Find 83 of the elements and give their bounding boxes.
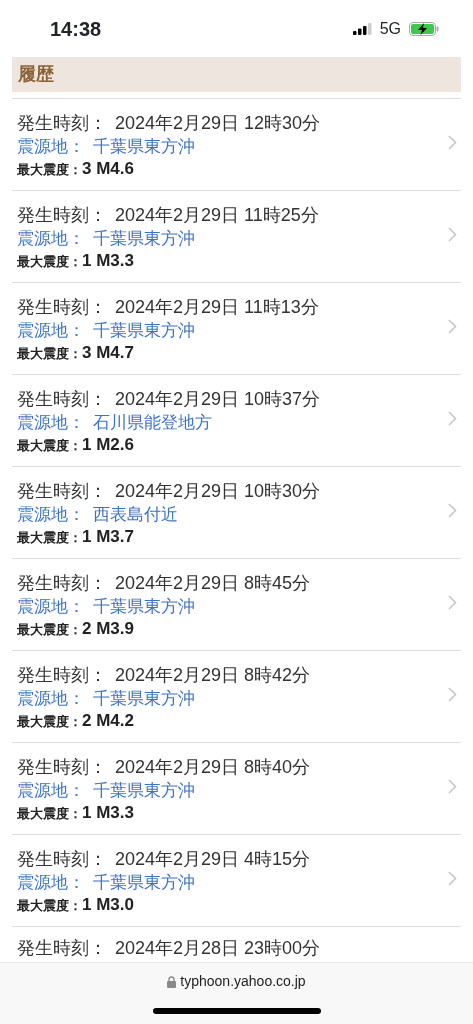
- chevron-icon: [448, 871, 457, 886]
- origin-label: 震源地：: [17, 505, 85, 524]
- time-value: 2024年2月29日 8時42分: [115, 665, 311, 685]
- quake-item[interactable]: 発生時刻： 2024年2月28日 23時00分: [12, 927, 461, 960]
- chevron-icon: [448, 687, 457, 702]
- quake-item[interactable]: 発生時刻： 2024年2月29日 10時30分 震源地： 西表島付近 最大震度：1 M3.7: [12, 467, 461, 559]
- chevron-icon: [448, 135, 457, 150]
- time-label: 発生時刻：: [17, 205, 107, 225]
- intensity-value: 1 M2.6: [82, 435, 134, 454]
- time-value: 2024年2月29日 8時45分: [115, 573, 311, 593]
- quake-item[interactable]: 発生時刻： 2024年2月29日 10時37分 震源地： 石川県能登地方 最大震度：1 M2.6: [12, 375, 461, 467]
- time-label: 発生時刻：: [17, 938, 107, 958]
- time-label: 発生時刻：: [17, 665, 107, 685]
- intensity-label: 最大震度：: [17, 254, 82, 269]
- origin-value: 千葉県東方沖: [93, 597, 195, 616]
- quake-item[interactable]: 発生時刻： 2024年2月29日 11時13分 震源地： 千葉県東方沖 最大震度：3 M4.7: [12, 283, 461, 375]
- url-text[interactable]: typhoon.yahoo.co.jp: [180, 971, 306, 992]
- intensity-value: 1 M3.3: [82, 251, 134, 270]
- quake-item[interactable]: 発生時刻： 2024年2月29日 11時25分 震源地： 千葉県東方沖 最大震度：1 M3.3: [12, 191, 461, 283]
- origin-value: 千葉県東方沖: [93, 229, 195, 248]
- time-label: 発生時刻：: [17, 389, 107, 409]
- time-value: 2024年2月29日 11時13分: [115, 297, 319, 317]
- intensity-value: 3 M4.7: [82, 343, 134, 362]
- quake-item[interactable]: 発生時刻： 2024年2月29日 12時30分 震源地： 千葉県東方沖 最大震度：3 M4.6: [12, 99, 461, 191]
- origin-value: 千葉県東方沖: [93, 137, 195, 156]
- time-label: 発生時刻：: [17, 573, 107, 593]
- origin-label: 震源地：: [17, 597, 85, 616]
- battery-charging-icon: [409, 21, 439, 36]
- chevron-icon: [448, 595, 457, 610]
- time-value: 2024年2月29日 8時40分: [115, 757, 311, 777]
- origin-label: 震源地：: [17, 781, 85, 800]
- section-title: 履歴: [18, 63, 54, 86]
- time-value: 2024年2月29日 10時30分: [115, 481, 321, 501]
- quake-item[interactable]: 発生時刻： 2024年2月29日 8時45分 震源地： 千葉県東方沖 最大震度：2 M3.9: [12, 559, 461, 651]
- time-value: 2024年2月29日 10時37分: [115, 389, 321, 409]
- origin-label: 震源地：: [17, 689, 85, 708]
- quake-item[interactable]: 発生時刻： 2024年2月29日 8時42分 震源地： 千葉県東方沖 最大震度：2 M4.2: [12, 651, 461, 743]
- origin-value: 西表島付近: [93, 505, 178, 524]
- signal-icon: [352, 22, 372, 35]
- quake-item[interactable]: 発生時刻： 2024年2月29日 8時40分 震源地： 千葉県東方沖 最大震度：1 M3.3: [12, 743, 461, 835]
- intensity-label: 最大震度：: [17, 438, 82, 453]
- time-value: 2024年2月29日 11時25分: [115, 205, 319, 225]
- time-label: 発生時刻：: [17, 849, 107, 869]
- origin-label: 震源地：: [17, 873, 85, 892]
- time-label: 発生時刻：: [17, 757, 107, 777]
- intensity-value: 2 M3.9: [82, 619, 134, 638]
- origin-label: 震源地：: [17, 321, 85, 340]
- intensity-label: 最大震度：: [17, 346, 82, 361]
- intensity-value: 1 M3.0: [82, 895, 134, 914]
- intensity-value: 1 M3.3: [82, 803, 134, 822]
- time-label: 発生時刻：: [17, 113, 107, 133]
- intensity-label: 最大震度：: [17, 806, 82, 821]
- origin-value: 千葉県東方沖: [93, 873, 195, 892]
- origin-label: 震源地：: [17, 137, 85, 156]
- quake-item[interactable]: 発生時刻： 2024年2月29日 4時15分 震源地： 千葉県東方沖 最大震度：1 M3.0: [12, 835, 461, 927]
- origin-value: 千葉県東方沖: [93, 321, 195, 340]
- time-value: 2024年2月29日 4時15分: [115, 849, 311, 869]
- origin-value: 千葉県東方沖: [93, 689, 195, 708]
- intensity-label: 最大震度：: [17, 162, 82, 177]
- time-label: 発生時刻：: [17, 297, 107, 317]
- intensity-value: 1 M3.7: [82, 527, 134, 546]
- origin-value: 石川県能登地方: [93, 413, 212, 432]
- intensity-label: 最大震度：: [17, 530, 82, 545]
- intensity-label: 最大震度：: [17, 714, 82, 729]
- time-label: 発生時刻：: [17, 481, 107, 501]
- intensity-value: 2 M4.2: [82, 711, 134, 730]
- chevron-icon: [448, 411, 457, 426]
- chevron-icon: [448, 503, 457, 518]
- home-indicator[interactable]: [152, 1008, 321, 1014]
- chevron-icon: [448, 779, 457, 794]
- intensity-label: 最大震度：: [17, 622, 82, 637]
- origin-label: 震源地：: [17, 413, 85, 432]
- network-label: 5G: [379, 18, 401, 39]
- origin-label: 震源地：: [17, 229, 85, 248]
- status-time: 14:38: [50, 16, 102, 42]
- intensity-label: 最大震度：: [17, 898, 82, 913]
- chevron-icon: [448, 319, 457, 334]
- time-value: 2024年2月28日 23時00分: [115, 938, 321, 958]
- time-value: 2024年2月29日 12時30分: [115, 113, 321, 133]
- lock-icon: [167, 975, 177, 988]
- intensity-value: 3 M4.6: [82, 159, 134, 178]
- origin-value: 千葉県東方沖: [93, 781, 195, 800]
- chevron-icon: [448, 227, 457, 242]
